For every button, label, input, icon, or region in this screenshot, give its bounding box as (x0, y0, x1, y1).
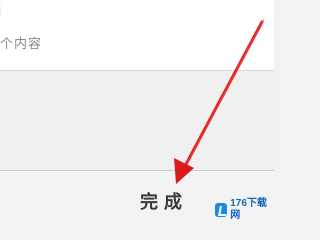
done-button-label: 完成 (140, 192, 188, 213)
title-text-fragment: i (0, 2, 2, 22)
176-logo-icon (215, 203, 228, 217)
app-screen: i 个内容 完成 176下载网 (0, 0, 274, 228)
watermark-text: 176下载网 (230, 198, 267, 221)
watermark: 176下载网 (215, 197, 271, 223)
content-area (0, 71, 274, 170)
content-hint-text: 个内容 (0, 37, 43, 52)
input-card[interactable]: i 个内容 (0, 0, 274, 70)
